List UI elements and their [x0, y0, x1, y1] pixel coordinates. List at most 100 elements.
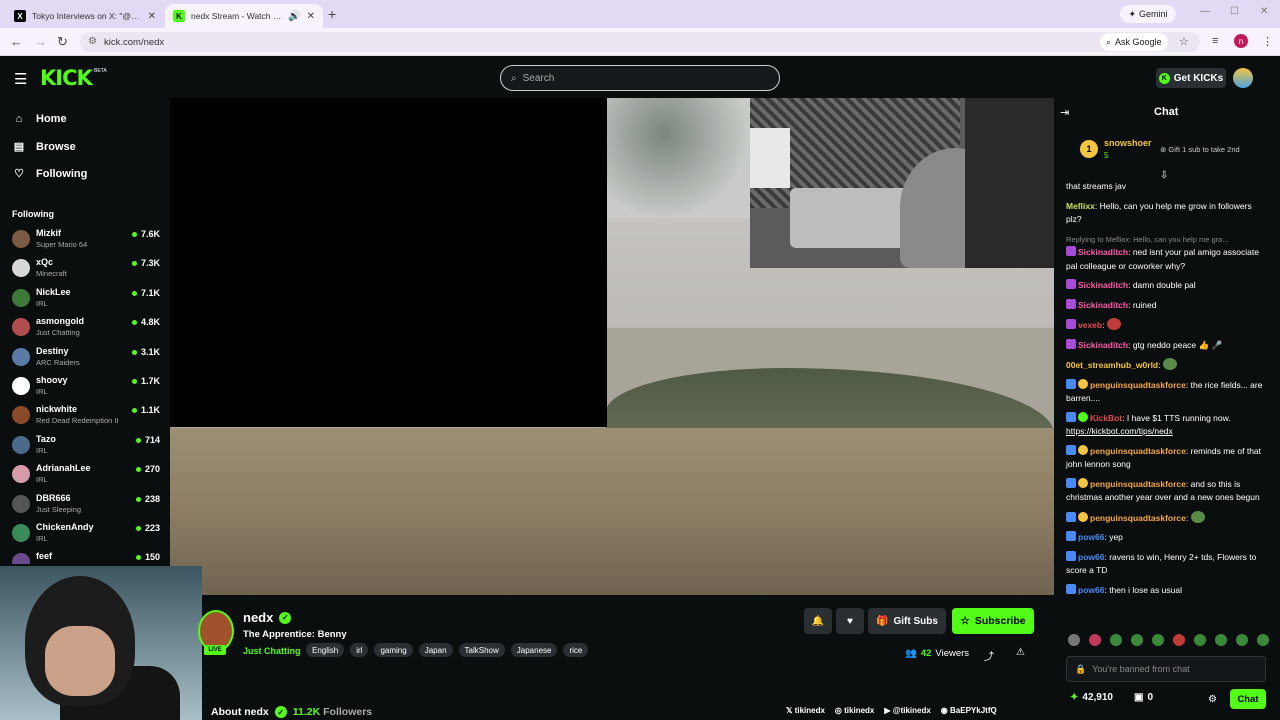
forward-icon[interactable]: →	[34, 34, 47, 49]
chat-username[interactable]: pow66	[1078, 532, 1104, 542]
speaker-icon[interactable]: 🔊	[288, 11, 300, 22]
following-category: IRL	[36, 387, 48, 396]
chat-username[interactable]: Sickinaditch	[1078, 247, 1128, 257]
chat-username[interactable]: penguinsquadtaskforce	[1090, 513, 1186, 523]
following-item[interactable]: ChickenAndy IRL 223	[12, 521, 160, 548]
following-item[interactable]: nickwhite Red Dead Redemption II 1.1K	[12, 403, 160, 430]
tag[interactable]: Japanese	[510, 643, 558, 657]
bookmark-star-icon[interactable]: ☆	[1179, 35, 1189, 48]
profile-avatar[interactable]: n	[1234, 34, 1248, 48]
hamburger-menu-icon[interactable]: ☰	[14, 70, 27, 88]
social-x[interactable]: 𝕏 tikinedx	[786, 706, 825, 715]
chat-settings-gear-icon[interactable]: ⚙	[1208, 694, 1217, 705]
notification-bell-button[interactable]: 🔔	[804, 608, 832, 634]
following-item[interactable]: xQc Minecraft 7.3K	[12, 256, 160, 283]
emote-icon[interactable]	[1236, 634, 1248, 646]
tag[interactable]: rice	[563, 643, 589, 657]
chat-username[interactable]: penguinsquadtaskforce	[1090, 479, 1186, 489]
following-name: shoovy	[36, 375, 68, 385]
emote-icon[interactable]	[1068, 634, 1080, 646]
following-item[interactable]: NickLee IRL 7.1K	[12, 286, 160, 313]
rank-badge: 1	[1080, 140, 1098, 158]
emote-icon[interactable]	[1215, 634, 1227, 646]
following-item[interactable]: feef 150	[12, 550, 160, 564]
following-item[interactable]: Mizkif Super Mario 64 7.6K	[12, 227, 160, 254]
browser-tab-twitter[interactable]: X Tokyo Interviews on X: "@calli ✕	[6, 4, 164, 28]
browser-menu-icon[interactable]: ⋮	[1262, 35, 1273, 48]
chat-username[interactable]: 00et_streamhub_w0rld	[1066, 360, 1158, 370]
following-item[interactable]: asmongold Just Chatting 4.8K	[12, 315, 160, 342]
stream-category[interactable]: Just Chatting	[243, 646, 301, 656]
following-name: AdrianahLee	[36, 463, 91, 473]
video-player[interactable]	[170, 98, 1054, 595]
chat-username[interactable]: KickBot	[1090, 413, 1122, 423]
chat-link[interactable]: https://kickbot.com/tips/nedx	[1066, 426, 1173, 436]
browser-tab-kick[interactable]: K nedx Stream - Watch Live o 🔊 ✕	[165, 4, 323, 28]
tag[interactable]: Japan	[418, 643, 453, 657]
following-viewers: 270	[135, 464, 160, 474]
following-item[interactable]: Destiny ARC Raiders 3.1K	[12, 345, 160, 372]
following-item[interactable]: Tazo IRL 714	[12, 433, 160, 460]
gift-subs-button[interactable]: 🎁 Gift Subs	[868, 608, 946, 634]
tag[interactable]: irl	[350, 643, 369, 657]
kicks-balance[interactable]: ✦ 42,910	[1070, 692, 1113, 703]
channel-points[interactable]: ▣ 0	[1134, 692, 1153, 703]
chat-send-button[interactable]: Chat	[1230, 689, 1266, 709]
social-discord[interactable]: ◉ BaEPYkJtfQ	[941, 706, 997, 715]
emote-icon[interactable]	[1131, 634, 1143, 646]
emote-icon[interactable]	[1152, 634, 1164, 646]
emote-icon[interactable]	[1257, 634, 1269, 646]
ask-google-button[interactable]: ⌕ Ask Google	[1100, 33, 1168, 51]
following-category: Red Dead Redemption II	[36, 416, 119, 425]
chat-username[interactable]: Sickinaditch	[1078, 340, 1128, 350]
chat-username[interactable]: Sickinaditch	[1078, 280, 1128, 290]
sidebar-nav-browse[interactable]: ▤ Browse	[12, 140, 76, 154]
follow-heart-button[interactable]: ♥	[836, 608, 864, 634]
chat-username[interactable]: pow66	[1078, 585, 1104, 595]
chat-username[interactable]: penguinsquadtaskforce	[1090, 380, 1186, 390]
chat-username[interactable]: penguinsquadtaskforce	[1090, 446, 1186, 456]
user-avatar[interactable]	[1233, 68, 1253, 88]
close-window-icon[interactable]: ✕	[1260, 6, 1268, 17]
maximize-icon[interactable]: ☐	[1230, 6, 1239, 17]
stream-title: The Apprentice: Benny	[243, 629, 347, 640]
sidebar-nav-following[interactable]: ♡ Following	[12, 167, 87, 181]
search-input[interactable]: ⌕ Search	[500, 65, 780, 91]
leaderboard-user[interactable]: snowshoer	[1104, 138, 1152, 148]
following-item[interactable]: AdrianahLee IRL 270	[12, 462, 160, 489]
gemini-button[interactable]: ✦ Gemini	[1120, 5, 1176, 23]
get-kicks-button[interactable]: K Get KICKs	[1156, 68, 1226, 88]
tag[interactable]: gaming	[374, 643, 413, 657]
kick-logo[interactable]: KICK	[40, 66, 93, 90]
tag[interactable]: English	[306, 643, 345, 657]
emote-icon[interactable]	[1194, 634, 1206, 646]
emote-icon[interactable]	[1110, 634, 1122, 646]
channel-name[interactable]: nedx	[243, 610, 273, 625]
back-icon[interactable]: ←	[10, 34, 23, 49]
chat-username[interactable]: Sickinaditch	[1078, 300, 1128, 310]
following-item[interactable]: DBR666 Just Sleeping 238	[12, 492, 160, 519]
social-instagram[interactable]: ◎ tikinedx	[835, 706, 874, 715]
chat-username[interactable]: Meflixx	[1066, 201, 1095, 211]
minimize-icon[interactable]: —	[1200, 6, 1210, 17]
collapse-chat-icon[interactable]: ⇥	[1060, 106, 1069, 119]
emote-icon[interactable]	[1089, 634, 1101, 646]
tab-search-icon[interactable]: ≡	[1212, 35, 1218, 47]
social-youtube[interactable]: ▶ @tikinedx	[884, 706, 930, 715]
close-tab-icon[interactable]: ✕	[148, 11, 156, 22]
subscribe-button[interactable]: ☆ Subscribe	[952, 608, 1034, 634]
chat-username[interactable]: vexeb	[1078, 320, 1102, 330]
emote-icon[interactable]	[1173, 634, 1185, 646]
sidebar-nav-home[interactable]: ⌂ Home	[12, 113, 67, 125]
reload-icon[interactable]: ↻	[57, 34, 68, 50]
url-bar[interactable]: ⚙ kick.com/nedx	[80, 32, 1200, 52]
following-category: IRL	[36, 534, 48, 543]
chat-username[interactable]: pow66	[1078, 552, 1104, 562]
site-info-icon[interactable]: ⚙	[88, 36, 97, 47]
report-icon[interactable]: ⚠	[1016, 647, 1025, 658]
new-tab-button[interactable]: +	[328, 6, 336, 22]
tag[interactable]: TalkShow	[458, 643, 505, 657]
following-item[interactable]: shoovy IRL 1.7K	[12, 374, 160, 401]
close-tab-icon[interactable]: ✕	[307, 11, 315, 22]
share-icon[interactable]: ⤴	[984, 648, 994, 663]
